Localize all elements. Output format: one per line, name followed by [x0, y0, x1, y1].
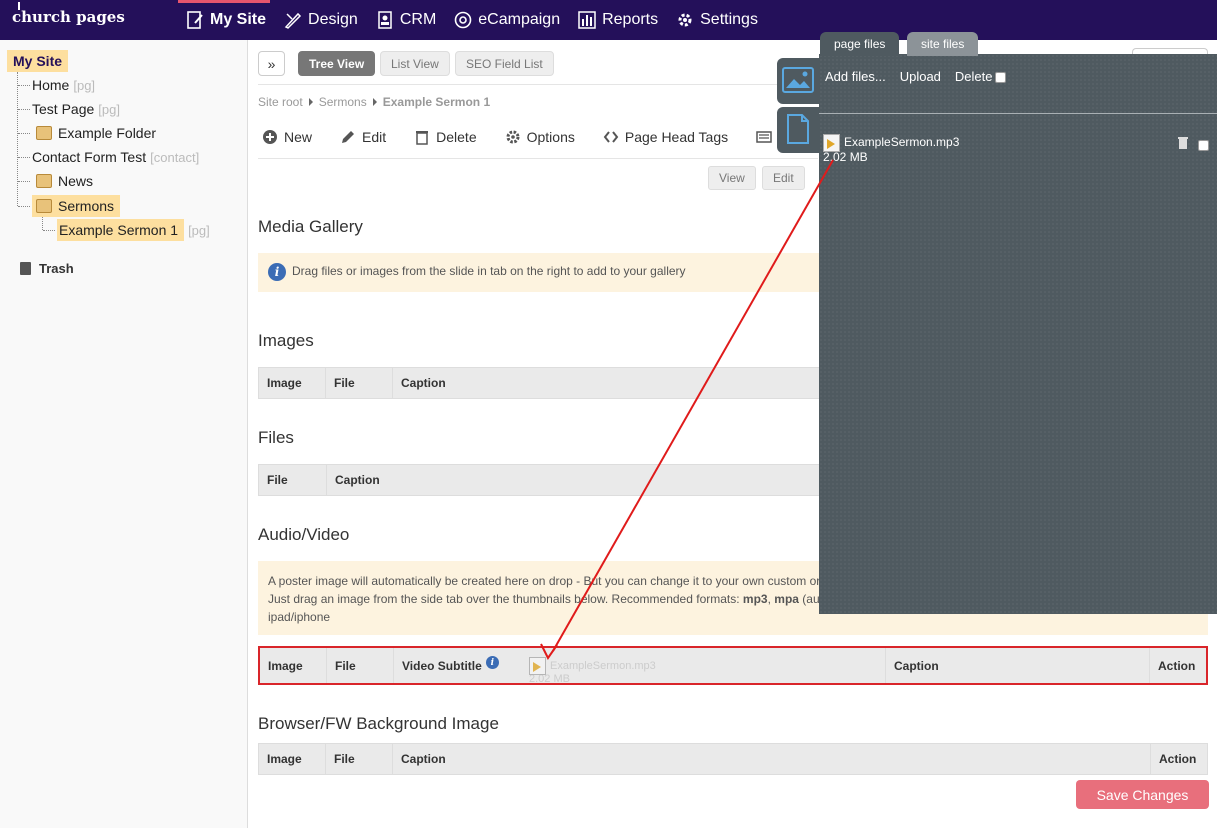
- drag-arrow-annotation: [540, 159, 834, 660]
